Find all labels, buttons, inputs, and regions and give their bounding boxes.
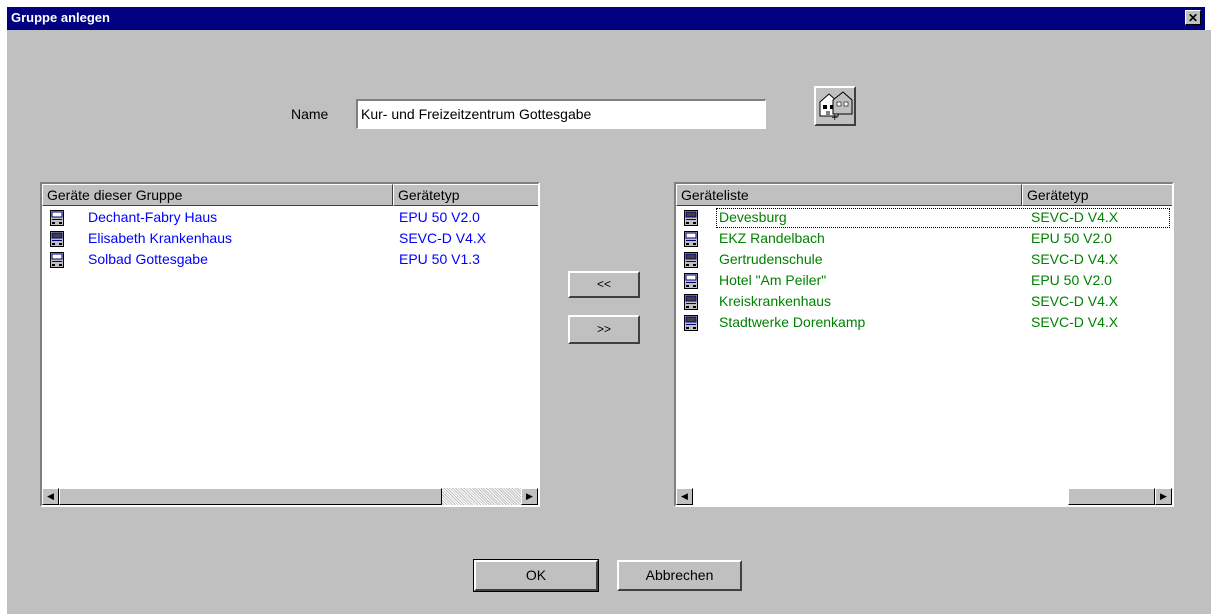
- horizontal-scrollbar[interactable]: ◀ ▶: [42, 488, 538, 505]
- scroll-right-button[interactable]: ▶: [521, 488, 538, 505]
- title-bar-strip: Gruppe anlegen ✕: [7, 7, 1205, 30]
- device-type: EPU 50 V2.0: [399, 209, 480, 225]
- svg-text:+: +: [831, 113, 839, 123]
- list-item[interactable]: Dechant-Fabry Haus EPU 50 V2.0: [42, 208, 538, 229]
- device-name: Devesburg: [719, 209, 787, 225]
- epu-device-icon: [50, 210, 64, 226]
- horizontal-scrollbar[interactable]: ◀ ▶: [676, 488, 1172, 505]
- name-input[interactable]: Kur- und Freizeitzentrum Gottesgabe: [356, 99, 766, 129]
- sevc-device-icon: [684, 252, 698, 268]
- group-devices-button[interactable]: +: [814, 86, 856, 126]
- list-item[interactable]: Gertrudenschule SEVC-D V4.X: [676, 250, 1172, 271]
- name-label: Name: [291, 106, 329, 122]
- group-devices-list[interactable]: Geräte dieser Gruppe Gerätetyp Dechant-F…: [40, 182, 540, 507]
- scroll-thumb[interactable]: [1068, 488, 1155, 505]
- device-name: Stadtwerke Dorenkamp: [719, 314, 866, 330]
- cancel-button[interactable]: Abbrechen: [617, 560, 742, 591]
- column-header-device-type[interactable]: Gerätetyp: [1022, 184, 1172, 206]
- close-button[interactable]: ✕: [1185, 10, 1201, 25]
- device-list[interactable]: Geräteliste Gerätetyp Devesburg SEVC-D V4…: [674, 182, 1174, 507]
- dialog-title: Gruppe anlegen: [11, 10, 110, 25]
- device-name: Hotel "Am Peiler": [719, 272, 827, 288]
- column-header-device-list[interactable]: Geräteliste: [676, 184, 1022, 206]
- sevc-device-icon: [684, 210, 698, 226]
- list-item[interactable]: Devesburg SEVC-D V4.X: [676, 208, 1172, 229]
- scroll-left-button[interactable]: ◀: [676, 488, 693, 505]
- scroll-track[interactable]: [693, 488, 1068, 505]
- column-header-group-devices[interactable]: Geräte dieser Gruppe: [42, 184, 393, 206]
- column-header-device-type[interactable]: Gerätetyp: [393, 184, 538, 206]
- device-type: SEVC-D V4.X: [399, 230, 487, 246]
- list-item[interactable]: EKZ Randelbach EPU 50 V2.0: [676, 229, 1172, 250]
- sevc-device-icon: [50, 231, 64, 247]
- sevc-device-icon: [684, 294, 698, 310]
- list-item[interactable]: Kreiskrankenhaus SEVC-D V4.X: [676, 292, 1172, 313]
- epu-device-icon: [684, 231, 698, 247]
- dialog-title-bar: Gruppe anlegen ✕: [0, 0, 1211, 30]
- remove-from-group-button[interactable]: >>: [568, 315, 640, 344]
- device-type: SEVC-D V4.X: [1031, 209, 1119, 225]
- epu-device-icon: [684, 273, 698, 289]
- device-type: EPU 50 V2.0: [1031, 272, 1112, 288]
- scroll-left-button[interactable]: ◀: [42, 488, 59, 505]
- device-type: SEVC-D V4.X: [1031, 314, 1119, 330]
- scroll-track[interactable]: [442, 488, 521, 505]
- device-name: Solbad Gottesgabe: [88, 251, 208, 267]
- list-item[interactable]: Stadtwerke Dorenkamp SEVC-D V4.X: [676, 313, 1172, 334]
- device-type: SEVC-D V4.X: [1031, 293, 1119, 309]
- window-left-edge: [0, 30, 7, 614]
- list-item[interactable]: Elisabeth Krankenhaus SEVC-D V4.X: [42, 229, 538, 250]
- add-to-group-button[interactable]: <<: [568, 271, 640, 298]
- device-name: Dechant-Fabry Haus: [88, 209, 218, 225]
- list-item[interactable]: Hotel "Am Peiler" EPU 50 V2.0: [676, 271, 1172, 292]
- list-item[interactable]: Solbad Gottesgabe EPU 50 V1.3: [42, 250, 538, 271]
- building-group-icon: +: [819, 91, 853, 123]
- device-name: Kreiskrankenhaus: [719, 293, 832, 309]
- sevc-device-icon: [684, 315, 698, 331]
- ok-button[interactable]: OK: [473, 559, 599, 592]
- scroll-right-button[interactable]: ▶: [1155, 488, 1172, 505]
- device-name: EKZ Randelbach: [719, 230, 825, 246]
- device-type: EPU 50 V1.3: [399, 251, 480, 267]
- device-name: Elisabeth Krankenhaus: [88, 230, 232, 246]
- device-name: Gertrudenschule: [719, 251, 823, 267]
- scroll-thumb[interactable]: [59, 488, 442, 505]
- device-type: EPU 50 V2.0: [1031, 230, 1112, 246]
- epu-device-icon: [50, 252, 64, 268]
- device-type: SEVC-D V4.X: [1031, 251, 1119, 267]
